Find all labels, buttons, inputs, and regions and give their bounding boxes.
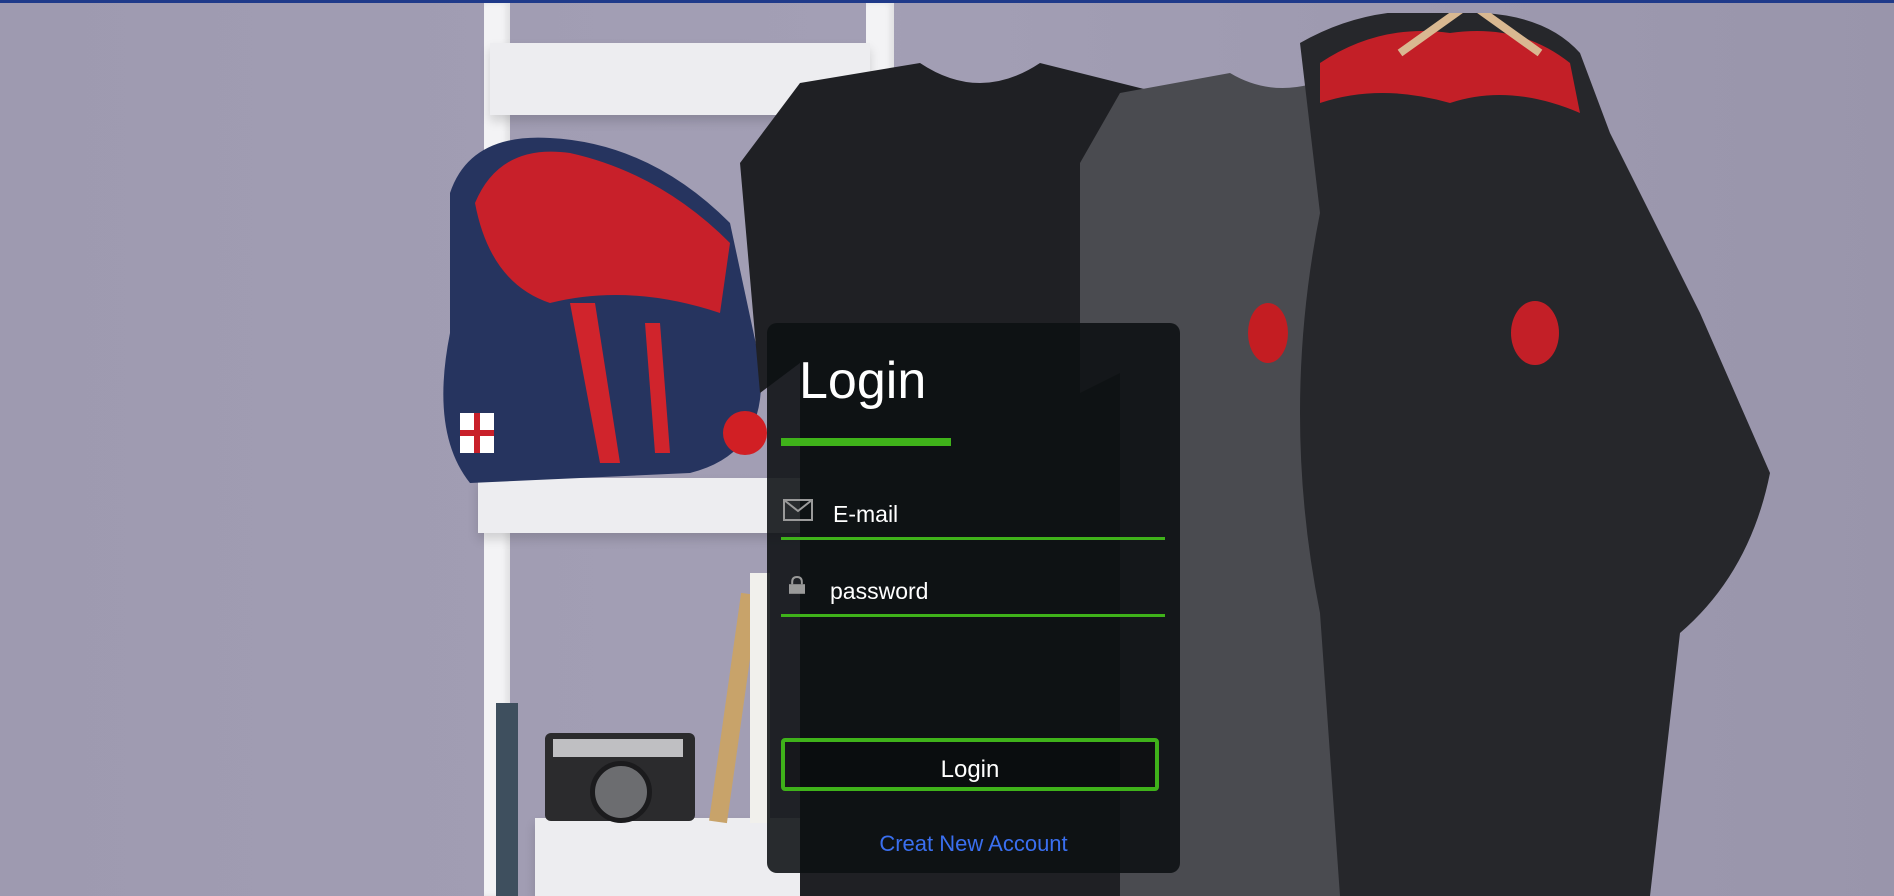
password-label: password [830, 578, 929, 604]
password-field[interactable]: password [781, 558, 1165, 617]
black-hoodie-image [1300, 13, 1770, 896]
camera-image [545, 733, 695, 823]
login-title: Login [799, 352, 927, 410]
envelope-icon [783, 499, 813, 521]
email-field[interactable]: E-mail [781, 481, 1165, 540]
email-label: E-mail [833, 501, 899, 527]
book-spine-image [496, 703, 518, 896]
lock-icon [789, 575, 805, 594]
login-button[interactable]: Login [781, 738, 1159, 791]
title-underline [781, 438, 951, 446]
login-card: Login E-mail password Login Creat New Ac… [767, 323, 1180, 873]
create-account-link[interactable]: Creat New Account [767, 831, 1180, 857]
